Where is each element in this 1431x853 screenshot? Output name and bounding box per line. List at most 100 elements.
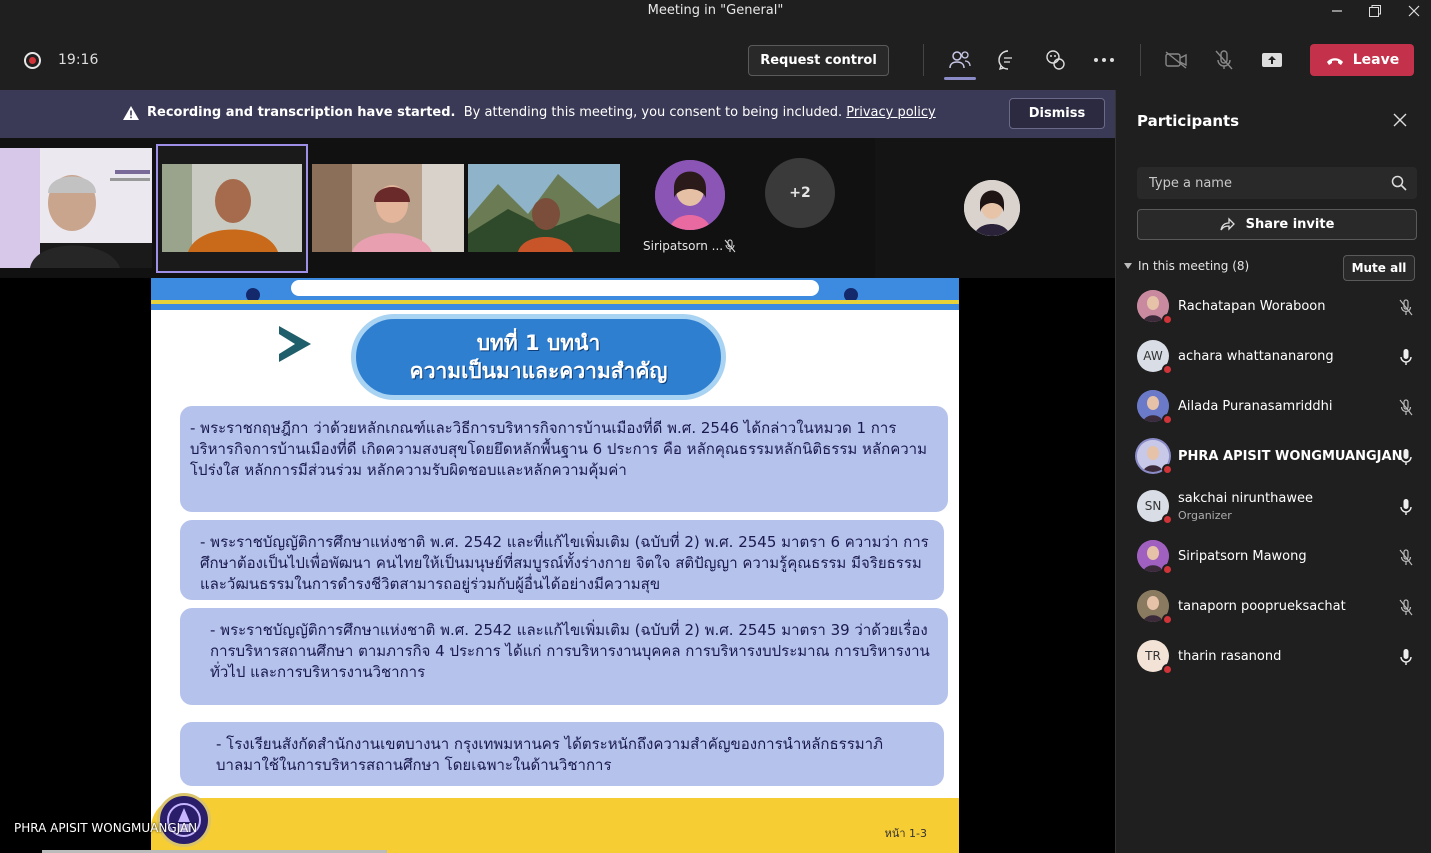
mic-icon[interactable]	[1398, 348, 1414, 370]
shared-content-stage: บทที่ 1 บทนำ ความเป็นมาและความสำคัญ - พร…	[0, 278, 1115, 853]
video-tile-active[interactable]	[156, 144, 308, 273]
more-options-icon[interactable]	[1088, 46, 1120, 74]
participant-avatar	[1137, 590, 1173, 625]
participant-row[interactable]: PHRA APISIT WONGMUANGJAN	[1116, 436, 1431, 486]
toolbar-divider	[1140, 44, 1141, 76]
mic-muted-icon[interactable]	[1398, 398, 1414, 420]
slide-title-line1: บทที่ 1 บทนำ	[476, 331, 601, 355]
participant-row[interactable]: TR tharin rasanond	[1116, 636, 1431, 686]
participants-title: Participants	[1137, 112, 1240, 130]
toolbar-divider	[923, 44, 924, 76]
slide-header-band	[151, 278, 959, 310]
participant-row[interactable]: Rachatapan Woraboon	[1116, 286, 1431, 336]
presence-status-icon	[1162, 514, 1173, 525]
leave-button[interactable]: Leave	[1310, 44, 1414, 76]
slide-page-number: หน้า 1-3	[884, 827, 927, 840]
mic-icon[interactable]	[1398, 648, 1414, 670]
participant-avatar	[1137, 440, 1173, 475]
avatar-initials: TR	[1145, 649, 1161, 663]
mic-icon[interactable]	[1398, 498, 1414, 520]
participant-name: achara whattananarong	[1178, 349, 1334, 364]
share-invite-label: Share invite	[1245, 217, 1335, 232]
warning-icon	[123, 106, 139, 120]
slide-text-box: - พระราชบัญญัติการศึกษาแห่งชาติ พ.ศ. 254…	[180, 520, 944, 600]
participant-name: PHRA APISIT WONGMUANGJAN	[1178, 449, 1403, 464]
tile-name: Siripatsorn ...	[643, 239, 724, 253]
dismiss-button[interactable]: Dismiss	[1009, 98, 1105, 129]
mic-muted-icon[interactable]	[1398, 598, 1414, 620]
request-control-button[interactable]: Request control	[748, 45, 889, 76]
participant-name: tanaporn pooprueksachat	[1178, 599, 1346, 614]
camera-off-icon[interactable]	[1160, 46, 1192, 74]
speaker-name-label: PHRA APISIT WONGMUANGJAN	[14, 821, 198, 835]
participant-search[interactable]	[1137, 167, 1417, 199]
presence-status-icon	[1162, 564, 1173, 575]
avatar-initials: AW	[1143, 349, 1163, 363]
banner-bold-text: Recording and transcription have started…	[147, 105, 456, 120]
participant-avatar: TR	[1137, 640, 1173, 675]
search-input[interactable]	[1137, 167, 1377, 199]
presence-status-icon	[1162, 314, 1173, 325]
presence-status-icon	[1162, 664, 1173, 675]
video-tile[interactable]	[468, 164, 620, 252]
avatar-initials: SN	[1144, 499, 1162, 513]
participant-avatar: SN	[1137, 490, 1173, 525]
presence-status-icon	[1162, 614, 1173, 625]
more-participants-button[interactable]: +2	[765, 158, 835, 228]
meeting-timer: 19:16	[58, 52, 99, 68]
share-invite-button[interactable]: Share invite	[1137, 209, 1417, 240]
reactions-icon[interactable]	[1040, 46, 1072, 74]
mic-muted-icon[interactable]	[1398, 548, 1414, 570]
participant-name: Ailada Puranasamriddhi	[1178, 399, 1333, 414]
mic-muted-icon[interactable]	[1398, 298, 1414, 320]
search-icon[interactable]	[1391, 175, 1407, 191]
participants-icon[interactable]	[944, 46, 976, 80]
minimize-icon[interactable]	[1320, 0, 1354, 22]
participant-row[interactable]: AW achara whattananarong	[1116, 336, 1431, 386]
presence-status-icon	[1162, 464, 1173, 475]
banner-text: By attending this meeting, you consent t…	[463, 105, 843, 120]
participant-avatar[interactable]	[655, 160, 725, 230]
share-icon	[1219, 216, 1235, 231]
shared-slide: บทที่ 1 บทนำ ความเป็นมาและความสำคัญ - พร…	[151, 278, 959, 853]
slide-header-line	[151, 300, 959, 304]
meeting-toolbar: 19:16 Request control Leave	[0, 22, 1431, 90]
chat-icon[interactable]	[992, 46, 1024, 74]
school-logo	[157, 793, 211, 847]
participant-name: tharin rasanond	[1178, 649, 1282, 664]
participants-pane: Participants Share invite In this meetin…	[1115, 90, 1431, 853]
video-tile[interactable]	[0, 148, 152, 268]
participant-row[interactable]: SN sakchai nirunthawee Organizer	[1116, 486, 1431, 536]
mute-all-button[interactable]: Mute all	[1343, 255, 1415, 281]
mic-off-icon[interactable]	[1208, 46, 1240, 74]
participant-role: Organizer	[1178, 509, 1232, 522]
chevron-down-icon	[1124, 263, 1132, 269]
self-avatar	[964, 180, 1020, 236]
participant-row[interactable]: Siripatsorn Mawong	[1116, 536, 1431, 586]
close-window-icon[interactable]	[1397, 0, 1431, 22]
participant-row[interactable]: tanaporn pooprueksachat	[1116, 586, 1431, 636]
share-screen-icon[interactable]	[1256, 46, 1288, 74]
chevron-right-icon	[279, 326, 311, 362]
slide-footer-band: หน้า 1-3	[151, 798, 959, 853]
close-icon[interactable]	[1392, 112, 1408, 128]
restore-icon[interactable]	[1358, 0, 1392, 22]
participant-row[interactable]: Ailada Puranasamriddhi	[1116, 386, 1431, 436]
title-bar: Meeting in "General"	[0, 0, 1431, 22]
video-strip: Siripatsorn ... +2	[0, 138, 1115, 278]
presence-status-icon	[1162, 364, 1173, 375]
window-title: Meeting in "General"	[647, 3, 784, 18]
video-tile[interactable]	[312, 164, 464, 252]
banner-message: Recording and transcription have started…	[147, 105, 936, 120]
hang-up-icon	[1326, 58, 1343, 65]
presence-status-icon	[1162, 414, 1173, 425]
tile-mic-off-icon	[724, 239, 736, 253]
participant-name: Siripatsorn Mawong	[1178, 549, 1307, 564]
slide-header-pill	[291, 280, 819, 296]
mic-icon[interactable]	[1398, 448, 1414, 470]
in-meeting-section[interactable]: In this meeting (8)	[1124, 259, 1249, 273]
recording-banner: Recording and transcription have started…	[0, 90, 1115, 138]
participant-name: Rachatapan Woraboon	[1178, 299, 1326, 314]
slide-text-box: - โรงเรียนสังกัดสำนักงานเขตบางนา กรุงเทพ…	[180, 722, 944, 786]
privacy-policy-link[interactable]: Privacy policy	[846, 105, 935, 120]
